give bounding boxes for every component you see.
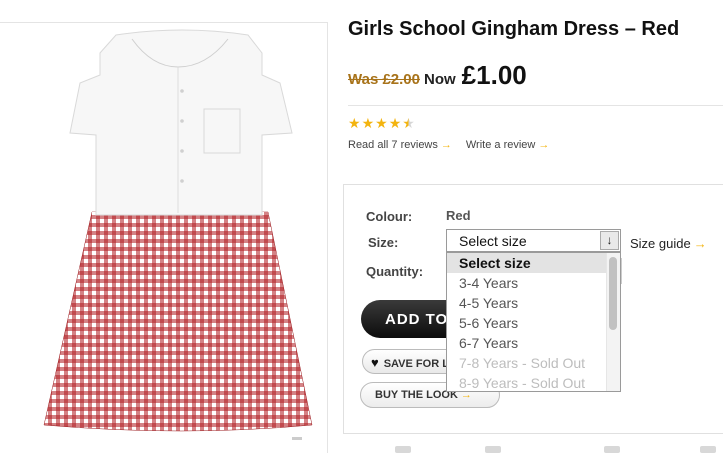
colour-label: Colour: <box>366 209 413 224</box>
footer-icon <box>485 446 501 453</box>
size-select-value: Select size <box>459 233 527 249</box>
product-image-panel[interactable] <box>0 22 328 453</box>
quantity-label: Quantity: <box>366 264 424 279</box>
read-reviews-link[interactable]: Read all 7 reviews → <box>348 139 452 151</box>
star-icon: ★ <box>348 115 361 131</box>
footer-icon <box>395 446 411 453</box>
size-label: Size: <box>368 235 399 250</box>
product-title: Girls School Gingham Dress – Red <box>348 18 680 40</box>
price-row: Was £2.00 Now £1.00 <box>348 60 527 91</box>
half-star-icon: ★ <box>402 115 415 131</box>
size-option[interactable]: 6-7 Years <box>447 333 620 353</box>
product-image <box>43 29 313 432</box>
dropdown-arrow-icon[interactable]: ↓ <box>600 231 619 250</box>
star-icon: ★ <box>375 115 388 131</box>
dropdown-scrollbar-thumb[interactable] <box>609 257 617 330</box>
image-zoom-marker[interactable] <box>292 437 302 440</box>
rating-stars: ★ ★ ★ ★ ★ <box>348 116 415 130</box>
size-option[interactable]: 3-4 Years <box>447 273 620 293</box>
size-select[interactable]: Select size ↓ <box>446 229 621 252</box>
heart-icon: ♥ <box>371 355 379 370</box>
size-option[interactable]: 5-6 Years <box>447 313 620 333</box>
size-option[interactable]: 4-5 Years <box>447 293 620 313</box>
footer-icon <box>604 446 620 453</box>
star-icon: ★ <box>361 115 375 131</box>
arrow-right-icon: → <box>693 236 707 251</box>
now-price: £1.00 <box>461 60 527 90</box>
divider <box>348 105 723 106</box>
colour-value: Red <box>446 208 471 223</box>
write-review-link[interactable]: Write a review → <box>466 139 549 151</box>
now-label: Now <box>424 71 456 88</box>
footer-icon <box>700 446 716 453</box>
arrow-right-icon: → <box>440 139 452 151</box>
star-icon: ★ <box>388 115 402 131</box>
dropdown-scrollbar[interactable] <box>606 253 620 391</box>
size-option: 7-8 Years - Sold Out <box>459 355 586 371</box>
size-option[interactable]: Select size <box>447 253 620 273</box>
size-options: Select size 3-4 Years 4-5 Years 5-6 Years 6-… <box>447 253 620 391</box>
review-links: Read all 7 reviews → Write a review → <box>348 139 549 151</box>
size-guide-link[interactable]: Size guide → <box>630 236 707 251</box>
size-option: 8-9 Years - Sold Out <box>459 375 586 391</box>
size-dropdown-list[interactable]: Select size 3-4 Years 4-5 Years 5-6 Years 6-… <box>446 252 621 392</box>
arrow-right-icon: → <box>538 139 550 151</box>
was-price: Was £2.00 <box>348 71 420 88</box>
